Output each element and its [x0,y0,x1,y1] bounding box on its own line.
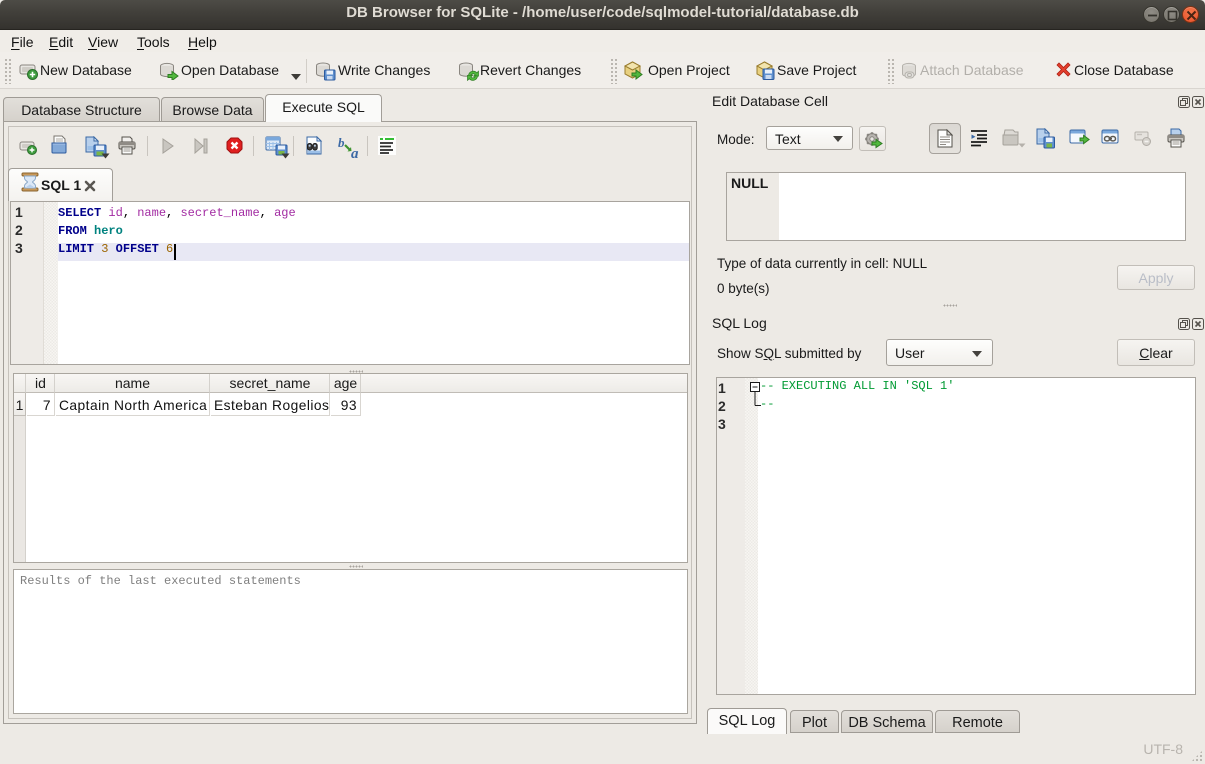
svg-text:a: a [351,146,359,160]
svg-text:b: b [338,136,345,150]
